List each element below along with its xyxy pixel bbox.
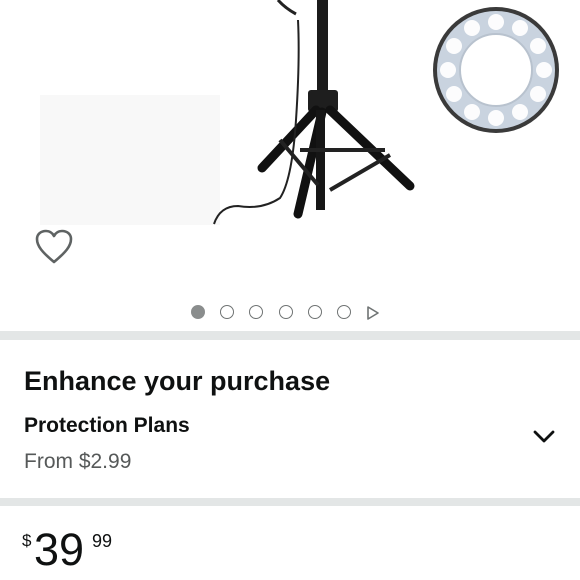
pager-dot-4[interactable] — [279, 305, 293, 319]
protection-plans-row[interactable]: Protection Plans From $2.99 — [0, 405, 580, 485]
heart-outline-icon — [35, 229, 73, 264]
product-image[interactable] — [0, 0, 580, 300]
price-whole: 39 — [34, 524, 85, 575]
protection-plans-price: From $2.99 — [24, 450, 132, 473]
pager-dot-2[interactable] — [220, 305, 234, 319]
product-image-gallery[interactable] — [0, 0, 580, 330]
image-pager — [0, 305, 580, 321]
enhance-purchase-heading: Enhance your purchase — [24, 366, 331, 396]
play-triangle-icon[interactable] — [366, 306, 380, 320]
price-fraction: 99 — [92, 531, 113, 551]
section-divider — [0, 498, 580, 506]
section-divider — [0, 331, 580, 340]
pager-dot-6[interactable] — [337, 305, 351, 319]
price-currency-symbol: $ — [22, 531, 32, 550]
pager-dot-5[interactable] — [308, 305, 322, 319]
pager-dot-3[interactable] — [249, 305, 263, 319]
pager-dot-1[interactable] — [191, 305, 205, 319]
chevron-down-icon[interactable] — [532, 428, 556, 444]
wishlist-button[interactable] — [34, 228, 74, 266]
protection-plans-label: Protection Plans — [24, 414, 190, 437]
